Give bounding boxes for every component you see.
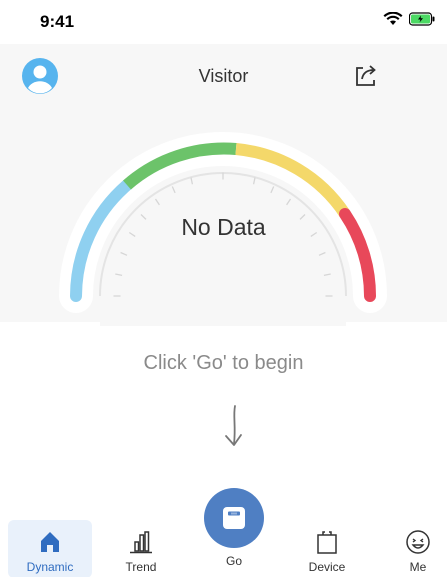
status-time: 9:41 [40, 12, 75, 31]
tab-label-dynamic: Dynamic [26, 560, 74, 574]
page-title: Visitor [198, 66, 249, 86]
status-bar: 9:41 [0, 0, 447, 44]
status-icons [383, 12, 435, 26]
start-prompt: Click 'Go' to begin [143, 352, 304, 374]
wifi-icon [383, 12, 403, 25]
share-icon [356, 65, 376, 86]
top-panel: Visitor No Data [0, 44, 447, 326]
smiley-icon [406, 530, 430, 554]
bag-icon [317, 531, 337, 554]
tab-device[interactable]: Device [290, 520, 364, 577]
tab-label-device: Device [308, 560, 346, 574]
scale-icon [223, 507, 245, 529]
tab-dynamic[interactable]: Dynamic [8, 520, 92, 577]
home-icon [41, 532, 59, 552]
bar-chart-icon [130, 531, 152, 554]
tab-me[interactable]: Me [388, 520, 447, 577]
tab-trend[interactable]: Trend [106, 520, 176, 577]
battery-icon [409, 12, 435, 26]
gauge-value-text: No Data [181, 214, 266, 240]
tab-label-me: Me [409, 560, 427, 574]
share-button[interactable] [353, 62, 379, 88]
down-arrow-icon [225, 405, 242, 446]
tab-label-trend: Trend [125, 560, 157, 574]
go-button[interactable] [204, 488, 264, 548]
tab-go[interactable]: Go [203, 488, 265, 574]
tab-label-go: Go [225, 554, 242, 568]
